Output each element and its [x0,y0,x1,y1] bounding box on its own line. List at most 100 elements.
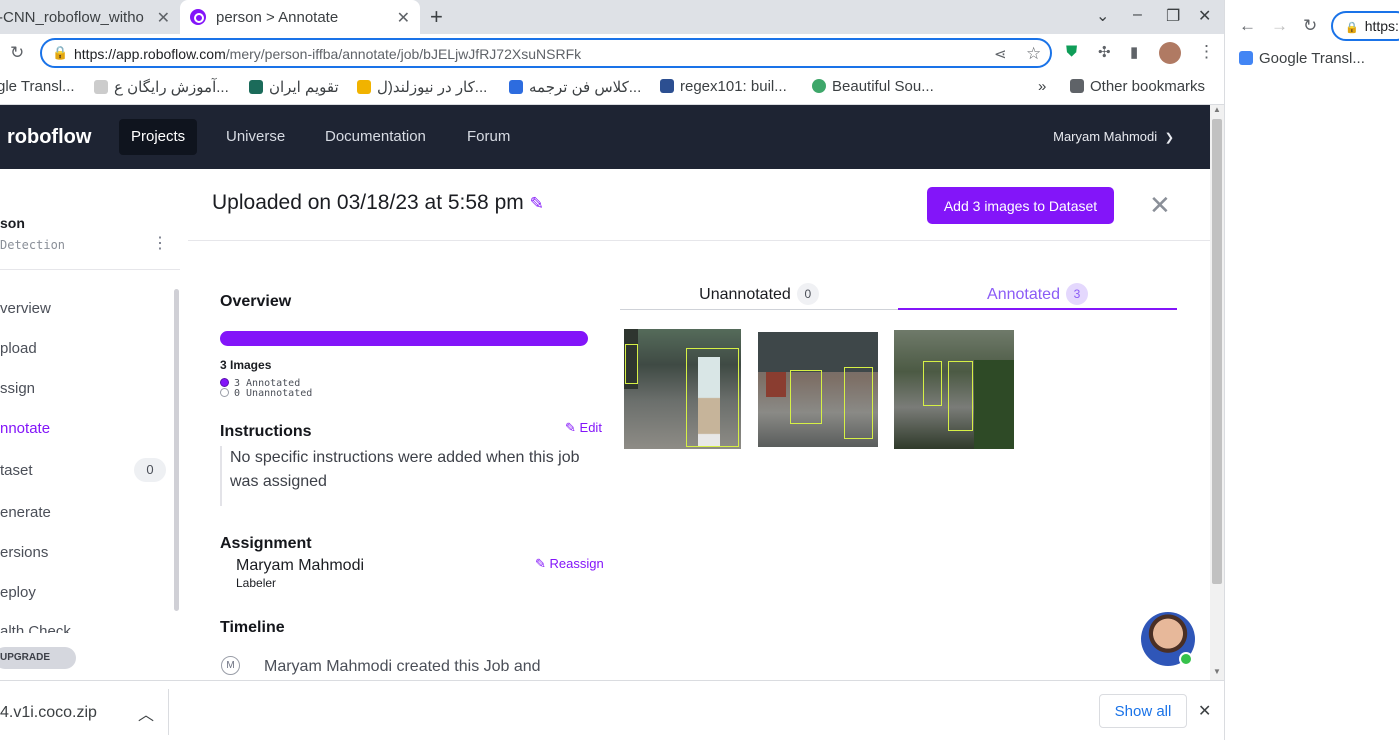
image-content [974,360,1014,449]
edit-icon[interactable]: ✎ [530,194,544,213]
bookmark-item[interactable]: کار در نیوزلند(ل... [357,78,487,96]
annotated-image-thumbnail[interactable] [894,330,1014,449]
scroll-up-icon[interactable]: ▲ [1213,105,1221,114]
restore-icon[interactable]: ❐ [1166,6,1180,26]
site-icon [660,79,674,93]
sidebar-item-overview[interactable]: verview [0,300,51,317]
download-file-name[interactable]: 4.v1i.coco.zip [0,704,97,722]
timeline-entry: Maryam Mahmodi created this Job and [264,658,541,675]
profile-avatar[interactable] [1159,42,1181,64]
close-tab-icon[interactable]: ✕ [397,8,410,28]
google-translate-icon [1239,51,1253,65]
url-host: https://app.roboflow.com [74,46,226,62]
site-icon [94,80,108,94]
site-icon [812,79,826,93]
address-bar[interactable]: 🔒 https: [1331,11,1399,41]
project-sidebar: son Detection ⋮ verview pload ssign nnot… [0,169,180,680]
reload-icon[interactable]: ↻ [10,43,24,63]
extensions-puzzle-icon[interactable]: ✣ [1098,43,1111,61]
bounding-box [790,370,822,424]
reassign-button[interactable]: ✎ Reassign [535,556,604,572]
folder-icon [1070,79,1084,93]
bounding-box [923,361,942,406]
bookmark-item[interactable]: کلاس فن ترجمه... [509,78,641,96]
bounding-box [844,367,873,439]
dataset-count-badge: 0 [134,458,166,482]
tab-title: -CNN_roboflow_witho [0,8,144,26]
site-icon [509,80,523,94]
add-images-to-dataset-button[interactable]: Add 3 images to Dataset [927,187,1114,224]
browser-tab-1[interactable]: -CNN_roboflow_witho ✕ [0,0,180,34]
lock-icon[interactable]: 🔒 [52,45,68,61]
address-bar[interactable]: 🔒 https://app.roboflow.com/mery/person-i… [40,38,1052,68]
page-scrollbar[interactable]: ▲ ▼ [1210,105,1224,680]
bookmark-item[interactable]: Beautiful Sou... [812,78,934,95]
upgrade-button[interactable]: UPGRADE [0,647,76,669]
edit-instructions-button[interactable]: ✎ Edit [565,420,602,436]
url-text: https://app.roboflow.com/mery/person-iff… [74,46,581,62]
divider [168,689,169,735]
chevron-down-icon: ❯ [1164,132,1174,144]
sidebar-item-annotate[interactable]: nnotate [0,420,50,437]
close-icon[interactable]: ✕ [1149,190,1171,221]
show-all-button[interactable]: Show all [1099,694,1187,728]
bookmark-star-icon[interactable]: ☆ [1026,44,1041,64]
nav-forum[interactable]: Forum [455,119,522,155]
user-menu[interactable]: Maryam Mahmodi ❯ [1053,129,1174,144]
close-tab-icon[interactable]: ✕ [157,8,170,28]
share-icon[interactable]: ⋖ [994,45,1007,63]
shield-extension-icon[interactable]: ⛊ [1066,43,1077,60]
app-top-nav: roboflow Projects Universe Documentation… [0,105,1210,169]
annotated-image-thumbnail[interactable] [758,332,878,447]
browser-toolbar: ↻ 🔒 https://app.roboflow.com/mery/person… [0,34,1224,72]
back-icon[interactable]: ← [1239,16,1256,36]
unannotated-dot-icon [220,388,229,397]
tab-annotated[interactable]: Annotated 3 [898,272,1177,310]
bookmark-item[interactable]: Google Transl... [1239,50,1365,67]
sidebar-scrollbar[interactable] [174,289,179,611]
scrollbar-thumb[interactable] [1212,119,1222,584]
sidebar-item-assign[interactable]: ssign [0,380,35,397]
project-menu-icon[interactable]: ⋮ [152,233,168,253]
sidebar-item-generate[interactable]: enerate [0,504,51,521]
instructions-heading: Instructions [220,423,312,440]
assignee-role: Labeler [236,576,277,590]
new-tab-icon[interactable]: + [430,4,443,30]
chevron-up-icon[interactable]: ︿ [138,701,154,725]
sidebar-item-versions[interactable]: ersions [0,544,48,561]
minimize-icon[interactable]: – [1133,6,1142,24]
bookmark-item[interactable]: تقویم ایران [249,78,339,96]
tab-unannotated[interactable]: Unannotated 0 [620,272,898,310]
bookmarks-overflow-icon[interactable]: » [1038,78,1046,95]
forward-icon[interactable]: → [1271,16,1288,36]
side-panel-icon[interactable]: ▮ [1130,43,1138,61]
close-window-icon[interactable]: ✕ [1198,6,1211,26]
bookmark-item[interactable]: آموزش رایگان ع... [94,78,229,96]
close-icon[interactable]: ✕ [1198,701,1211,721]
timeline-heading: Timeline [220,619,285,636]
annotation-progress-bar [220,331,588,346]
roboflow-favicon-icon [190,9,206,25]
sidebar-item-health-check[interactable]: alth Check [0,621,170,633]
scroll-down-icon[interactable]: ▼ [1213,667,1221,676]
other-bookmarks[interactable]: Other bookmarks [1070,78,1205,95]
sidebar-item-dataset[interactable]: taset [0,462,33,479]
project-name: son [0,215,25,231]
instructions-text: No specific instructions were added when… [220,446,600,506]
edit-icon: ✎ [565,420,576,435]
bounding-box [948,361,973,431]
bookmark-item[interactable]: gle Transl... [0,78,75,95]
menu-kebab-icon[interactable]: ⋮ [1198,42,1215,62]
site-icon [249,80,263,94]
nav-projects[interactable]: Projects [119,119,198,155]
nav-universe[interactable]: Universe [214,119,297,155]
annotated-image-thumbnail[interactable] [624,329,741,449]
bookmark-item[interactable]: regex101: buil... [660,78,787,95]
sidebar-item-deploy[interactable]: eploy [0,584,36,601]
sidebar-item-upload[interactable]: pload [0,340,37,357]
nav-documentation[interactable]: Documentation [313,119,438,155]
reload-icon[interactable]: ↻ [1303,16,1317,36]
roboflow-logo[interactable]: roboflow [7,126,91,149]
browser-tab-active[interactable]: person > Annotate ✕ [180,0,420,34]
tab-search-icon[interactable]: ⌄ [1096,6,1109,26]
